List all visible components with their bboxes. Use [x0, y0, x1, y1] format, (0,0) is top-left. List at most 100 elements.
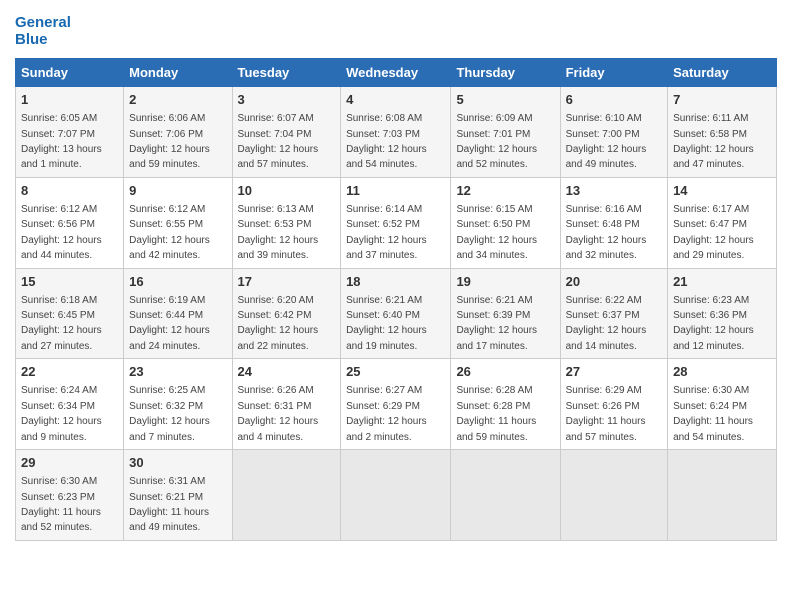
calendar-cell [668, 450, 777, 541]
calendar-cell: 19 Sunrise: 6:21 AMSunset: 6:39 PMDaylig… [451, 268, 560, 359]
day-number: 20 [566, 273, 662, 291]
day-info: Sunrise: 6:28 AMSunset: 6:28 PMDaylight:… [456, 385, 536, 442]
calendar-week-4: 22 Sunrise: 6:24 AMSunset: 6:34 PMDaylig… [16, 359, 777, 450]
day-info: Sunrise: 6:12 AMSunset: 6:56 PMDaylight:… [21, 204, 102, 261]
calendar-cell: 1 Sunrise: 6:05 AMSunset: 7:07 PMDayligh… [16, 87, 124, 178]
calendar-cell: 5 Sunrise: 6:09 AMSunset: 7:01 PMDayligh… [451, 87, 560, 178]
day-number: 4 [346, 91, 445, 109]
calendar-week-1: 1 Sunrise: 6:05 AMSunset: 7:07 PMDayligh… [16, 87, 777, 178]
day-info: Sunrise: 6:24 AMSunset: 6:34 PMDaylight:… [21, 385, 102, 442]
day-info: Sunrise: 6:25 AMSunset: 6:32 PMDaylight:… [129, 385, 210, 442]
calendar-cell: 27 Sunrise: 6:29 AMSunset: 6:26 PMDaylig… [560, 359, 667, 450]
calendar-cell: 21 Sunrise: 6:23 AMSunset: 6:36 PMDaylig… [668, 268, 777, 359]
day-info: Sunrise: 6:09 AMSunset: 7:01 PMDaylight:… [456, 113, 537, 170]
day-number: 5 [456, 91, 554, 109]
page-header: General Blue General Blue [15, 15, 777, 48]
calendar-cell: 23 Sunrise: 6:25 AMSunset: 6:32 PMDaylig… [124, 359, 232, 450]
day-info: Sunrise: 6:11 AMSunset: 6:58 PMDaylight:… [673, 113, 754, 170]
calendar-cell: 25 Sunrise: 6:27 AMSunset: 6:29 PMDaylig… [341, 359, 451, 450]
day-number: 15 [21, 273, 118, 291]
calendar-cell: 7 Sunrise: 6:11 AMSunset: 6:58 PMDayligh… [668, 87, 777, 178]
calendar-cell: 2 Sunrise: 6:06 AMSunset: 7:06 PMDayligh… [124, 87, 232, 178]
calendar-cell: 14 Sunrise: 6:17 AMSunset: 6:47 PMDaylig… [668, 177, 777, 268]
calendar-cell: 20 Sunrise: 6:22 AMSunset: 6:37 PMDaylig… [560, 268, 667, 359]
day-header-tuesday: Tuesday [232, 59, 341, 87]
calendar-cell: 15 Sunrise: 6:18 AMSunset: 6:45 PMDaylig… [16, 268, 124, 359]
calendar-header-row: SundayMondayTuesdayWednesdayThursdayFrid… [16, 59, 777, 87]
day-number: 30 [129, 454, 226, 472]
day-number: 16 [129, 273, 226, 291]
day-number: 26 [456, 363, 554, 381]
calendar-week-3: 15 Sunrise: 6:18 AMSunset: 6:45 PMDaylig… [16, 268, 777, 359]
day-number: 25 [346, 363, 445, 381]
day-info: Sunrise: 6:07 AMSunset: 7:04 PMDaylight:… [238, 113, 319, 170]
day-info: Sunrise: 6:22 AMSunset: 6:37 PMDaylight:… [566, 295, 647, 352]
day-info: Sunrise: 6:27 AMSunset: 6:29 PMDaylight:… [346, 385, 427, 442]
calendar-week-2: 8 Sunrise: 6:12 AMSunset: 6:56 PMDayligh… [16, 177, 777, 268]
day-info: Sunrise: 6:21 AMSunset: 6:40 PMDaylight:… [346, 295, 427, 352]
calendar-cell [232, 450, 341, 541]
day-number: 17 [238, 273, 336, 291]
day-number: 29 [21, 454, 118, 472]
calendar-cell: 3 Sunrise: 6:07 AMSunset: 7:04 PMDayligh… [232, 87, 341, 178]
calendar-table: SundayMondayTuesdayWednesdayThursdayFrid… [15, 58, 777, 541]
logo: General Blue General Blue [15, 15, 71, 48]
calendar-cell: 29 Sunrise: 6:30 AMSunset: 6:23 PMDaylig… [16, 450, 124, 541]
day-info: Sunrise: 6:23 AMSunset: 6:36 PMDaylight:… [673, 295, 754, 352]
day-header-friday: Friday [560, 59, 667, 87]
day-info: Sunrise: 6:29 AMSunset: 6:26 PMDaylight:… [566, 385, 646, 442]
day-number: 11 [346, 182, 445, 200]
day-info: Sunrise: 6:19 AMSunset: 6:44 PMDaylight:… [129, 295, 210, 352]
day-header-saturday: Saturday [668, 59, 777, 87]
day-header-sunday: Sunday [16, 59, 124, 87]
calendar-cell: 9 Sunrise: 6:12 AMSunset: 6:55 PMDayligh… [124, 177, 232, 268]
day-header-thursday: Thursday [451, 59, 560, 87]
day-info: Sunrise: 6:15 AMSunset: 6:50 PMDaylight:… [456, 204, 537, 261]
calendar-cell: 30 Sunrise: 6:31 AMSunset: 6:21 PMDaylig… [124, 450, 232, 541]
day-number: 2 [129, 91, 226, 109]
day-number: 19 [456, 273, 554, 291]
calendar-cell: 10 Sunrise: 6:13 AMSunset: 6:53 PMDaylig… [232, 177, 341, 268]
calendar-week-5: 29 Sunrise: 6:30 AMSunset: 6:23 PMDaylig… [16, 450, 777, 541]
day-info: Sunrise: 6:16 AMSunset: 6:48 PMDaylight:… [566, 204, 647, 261]
calendar-cell: 24 Sunrise: 6:26 AMSunset: 6:31 PMDaylig… [232, 359, 341, 450]
day-info: Sunrise: 6:13 AMSunset: 6:53 PMDaylight:… [238, 204, 319, 261]
calendar-cell: 17 Sunrise: 6:20 AMSunset: 6:42 PMDaylig… [232, 268, 341, 359]
day-info: Sunrise: 6:14 AMSunset: 6:52 PMDaylight:… [346, 204, 427, 261]
calendar-cell: 8 Sunrise: 6:12 AMSunset: 6:56 PMDayligh… [16, 177, 124, 268]
day-info: Sunrise: 6:08 AMSunset: 7:03 PMDaylight:… [346, 113, 427, 170]
day-number: 22 [21, 363, 118, 381]
day-info: Sunrise: 6:17 AMSunset: 6:47 PMDaylight:… [673, 204, 754, 261]
day-number: 3 [238, 91, 336, 109]
day-info: Sunrise: 6:30 AMSunset: 6:23 PMDaylight:… [21, 476, 101, 533]
calendar-cell: 26 Sunrise: 6:28 AMSunset: 6:28 PMDaylig… [451, 359, 560, 450]
day-info: Sunrise: 6:10 AMSunset: 7:00 PMDaylight:… [566, 113, 647, 170]
day-number: 1 [21, 91, 118, 109]
day-header-monday: Monday [124, 59, 232, 87]
calendar-cell: 6 Sunrise: 6:10 AMSunset: 7:00 PMDayligh… [560, 87, 667, 178]
calendar-cell: 28 Sunrise: 6:30 AMSunset: 6:24 PMDaylig… [668, 359, 777, 450]
calendar-cell: 12 Sunrise: 6:15 AMSunset: 6:50 PMDaylig… [451, 177, 560, 268]
day-number: 24 [238, 363, 336, 381]
day-info: Sunrise: 6:18 AMSunset: 6:45 PMDaylight:… [21, 295, 102, 352]
day-info: Sunrise: 6:12 AMSunset: 6:55 PMDaylight:… [129, 204, 210, 261]
day-number: 6 [566, 91, 662, 109]
calendar-cell: 22 Sunrise: 6:24 AMSunset: 6:34 PMDaylig… [16, 359, 124, 450]
day-number: 18 [346, 273, 445, 291]
day-number: 14 [673, 182, 771, 200]
day-info: Sunrise: 6:31 AMSunset: 6:21 PMDaylight:… [129, 476, 209, 533]
calendar-cell: 18 Sunrise: 6:21 AMSunset: 6:40 PMDaylig… [341, 268, 451, 359]
calendar-body: 1 Sunrise: 6:05 AMSunset: 7:07 PMDayligh… [16, 87, 777, 541]
calendar-cell [451, 450, 560, 541]
day-number: 10 [238, 182, 336, 200]
calendar-cell: 11 Sunrise: 6:14 AMSunset: 6:52 PMDaylig… [341, 177, 451, 268]
day-info: Sunrise: 6:30 AMSunset: 6:24 PMDaylight:… [673, 385, 753, 442]
day-number: 27 [566, 363, 662, 381]
day-number: 7 [673, 91, 771, 109]
calendar-cell [560, 450, 667, 541]
day-number: 21 [673, 273, 771, 291]
day-number: 8 [21, 182, 118, 200]
day-number: 12 [456, 182, 554, 200]
calendar-cell: 4 Sunrise: 6:08 AMSunset: 7:03 PMDayligh… [341, 87, 451, 178]
day-info: Sunrise: 6:20 AMSunset: 6:42 PMDaylight:… [238, 295, 319, 352]
